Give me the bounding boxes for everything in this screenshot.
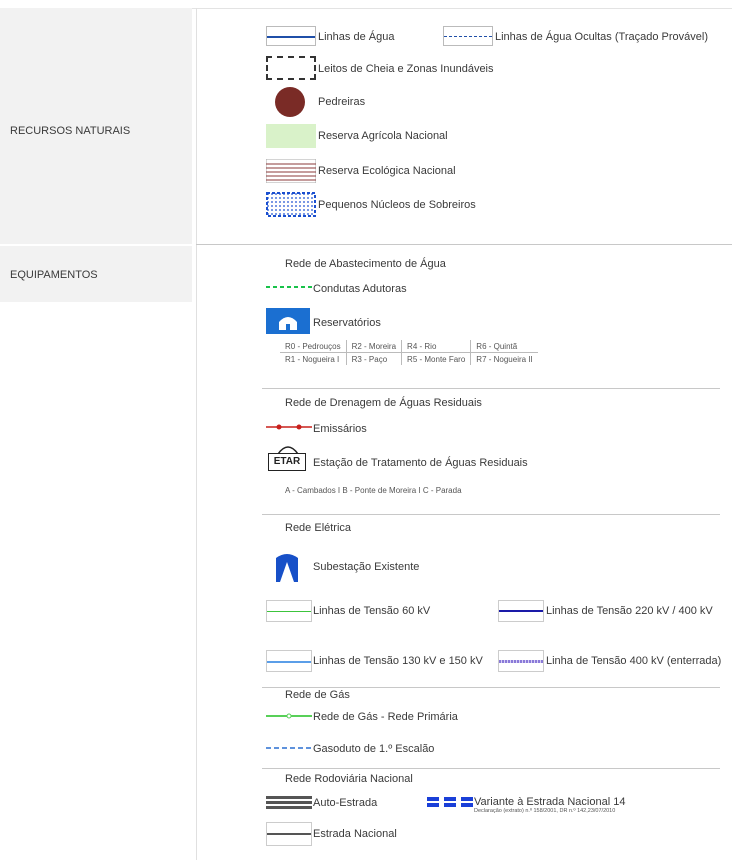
legend-leitos-cheia: Leitos de Cheia e Zonas Inundáveis (318, 63, 494, 75)
legend-etar: Estação de Tratamento de Águas Residuais (313, 457, 528, 469)
reservoir-table-cell: R4 - Rio (401, 340, 472, 353)
legend-linhas-agua: Linhas de Água (318, 31, 395, 43)
variant-note: Declaração (extrato) n.º 158/2001, DR n.… (474, 808, 616, 814)
gas-primary-swatch (266, 713, 312, 719)
reservoir-table-cell: R0 - Pedrouços (280, 340, 347, 353)
legend-130kv: Linhas de Tensão 130 kV e 150 kV (313, 655, 483, 667)
legend-220kv: Linhas de Tensão 220 kV / 400 kV (546, 605, 713, 617)
heading-rede-gas: Rede de Gás (285, 689, 350, 701)
reservoir-table-cell: R1 - Nogueira I (280, 352, 347, 365)
top-divider (192, 8, 732, 9)
legend-pedreiras: Pedreiras (318, 96, 366, 108)
sewer-outfall-swatch (266, 424, 312, 430)
gas-pipeline-swatch (266, 747, 312, 749)
legend-emissarios: Emissários (313, 423, 367, 435)
reservoir-table-cell: R6 - Quintã (470, 340, 538, 353)
reservoir-table-cell: R3 - Paço (346, 352, 403, 365)
legend-400kv: Linha de Tensão 400 kV (enterrada) (546, 655, 722, 667)
legend-condutas: Condutas Adutoras (313, 283, 407, 295)
reservoir-table: R0 - Pedrouços R2 - Moreira R4 - Rio R6 … (280, 340, 538, 365)
quarry-icon (275, 87, 305, 117)
legend-gas-primaria: Rede de Gás - Rede Primária (313, 711, 458, 723)
legend-variante: Variante à Estrada Nacional 14 (474, 796, 626, 808)
line-130kv-swatch (266, 650, 312, 672)
line-220kv-swatch (498, 600, 544, 622)
category-equipamentos: EQUIPAMENTOS (10, 269, 98, 281)
legend-subestacao: Subestação Existente (313, 561, 420, 573)
substation-icon (276, 554, 298, 582)
legend-ren: Reserva Ecológica Nacional (318, 165, 456, 177)
reservoir-icon (266, 308, 310, 334)
legend-estrada-nacional: Estrada Nacional (313, 828, 397, 840)
hidden-water-line-swatch (443, 26, 493, 46)
ran-swatch (266, 124, 316, 148)
section-divider-gas (262, 768, 720, 769)
legend-gasoduto: Gasoduto de 1.º Escalão (313, 743, 435, 755)
heading-drenagem: Rede de Drenagem de Águas Residuais (285, 397, 482, 409)
reservoir-table-cell: R2 - Moreira (346, 340, 403, 353)
flood-zone-swatch (266, 56, 316, 80)
legend-auto-estrada: Auto-Estrada (313, 797, 378, 809)
national-road-swatch (266, 822, 312, 846)
line-60kv-swatch (266, 600, 312, 622)
vertical-divider (196, 8, 197, 860)
legend-reservatorios: Reservatórios (313, 317, 381, 329)
etar-badge: ETAR (268, 453, 306, 471)
legend-sobreiros: Pequenos Núcleos de Sobreiros (318, 199, 476, 211)
section-divider-natural (196, 244, 732, 245)
ren-swatch (266, 159, 316, 183)
line-400kv-buried-swatch (498, 650, 544, 672)
reservoir-table-cell: R5 - Monte Faro (401, 352, 472, 365)
section-divider-drenagem (262, 514, 720, 515)
legend-60kv: Linhas de Tensão 60 kV (313, 605, 431, 617)
category-recursos-naturais: RECURSOS NATURAIS (10, 125, 131, 137)
motorway-swatch (266, 796, 312, 809)
etar-list: A - Cambados I B - Ponte de Moreira I C … (285, 486, 462, 495)
legend-ran: Reserva Agrícola Nacional (318, 130, 448, 142)
cork-oak-swatch (266, 192, 316, 217)
heading-rede-rodoviaria: Rede Rodoviária Nacional (285, 773, 413, 785)
variant-road-swatch (427, 797, 473, 807)
water-main-swatch (266, 286, 312, 288)
section-divider-agua (262, 388, 720, 389)
section-divider-eletrica (262, 687, 720, 688)
reservoir-table-cell: R7 - Nogueira II (476, 354, 533, 364)
heading-abastecimento-agua: Rede de Abastecimento de Água (285, 258, 446, 270)
water-line-swatch (266, 26, 316, 46)
legend-linhas-agua-ocultas: Linhas de Água Ocultas (Traçado Provável… (495, 31, 708, 43)
heading-rede-eletrica: Rede Elétrica (285, 522, 352, 534)
